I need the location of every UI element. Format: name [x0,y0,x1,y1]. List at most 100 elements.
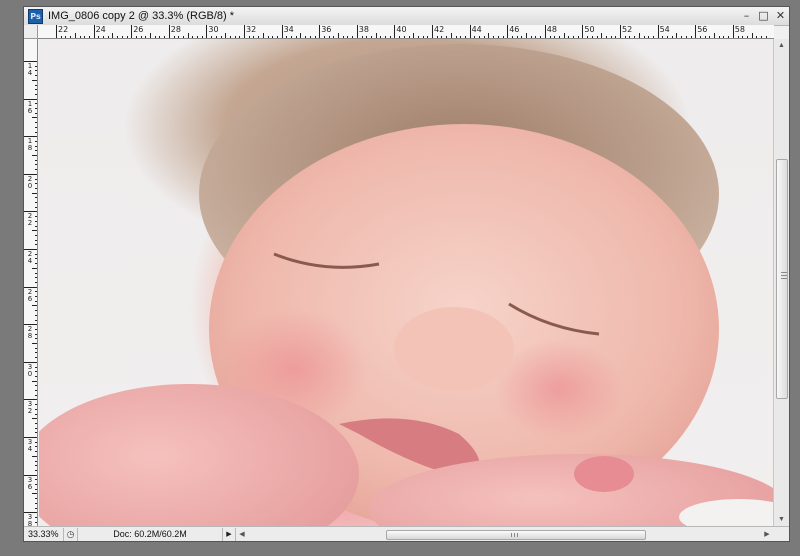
ruler-minor-tick [35,122,37,124]
ruler-minor-tick [35,263,37,265]
ruler-major-tick [356,25,358,38]
ruler-minor-tick [35,258,37,260]
ruler-minor-tick [35,484,37,485]
ruler-major-tick [281,25,283,38]
ruler-major-tick [732,25,734,38]
ruler-minor-tick [35,140,37,142]
ruler-minor-tick [35,272,37,274]
ruler-minor-tick [35,488,37,490]
ruler-minor-tick [35,333,37,335]
ruler-minor-tick [32,155,37,156]
ruler-minor-tick [35,239,37,241]
ruler-minor-tick [35,159,37,161]
ruler-label: 38 [358,25,369,34]
ruler-minor-tick [35,75,37,77]
ruler-origin[interactable] [24,25,38,39]
status-bar: 33.33% ◷ Doc: 60.2M/60.2M ▶ ◀ ▶ [24,526,789,541]
vertical-scroll-thumb[interactable] [776,159,788,399]
ruler-major-tick [432,25,433,38]
ruler-minor-tick [35,465,37,467]
title-bar[interactable]: Ps IMG_0806 copy 2 @ 33.3% (RGB/8) * – □… [24,7,789,26]
image-canvas[interactable] [39,39,775,527]
ruler-minor-tick [35,216,37,218]
ruler-label: 18 [27,137,33,153]
ruler-minor-tick [32,455,37,457]
ruler-label: 22 [27,212,33,228]
minimize-button[interactable]: – [738,9,755,23]
ruler-minor-tick [35,169,37,171]
horizontal-ruler[interactable]: 22 24 26 28 30 32 34 36 38 40 42 44 46 48 50 52 54 56 58 [38,25,774,39]
finger [574,456,634,492]
ruler-major-tick [657,25,659,38]
ruler-minor-tick [35,502,37,504]
ruler-label: 44 [471,25,482,34]
ruler-minor-tick [35,244,37,246]
ruler-major-tick [394,25,396,38]
horizontal-scroll-thumb[interactable] [386,529,646,540]
nose [394,307,514,391]
ruler-minor-tick [35,296,37,297]
horizontal-scrollbar[interactable]: ◀ ▶ [235,527,773,541]
ruler-label: 14 [27,62,33,77]
ruler-label: 34 [27,438,33,453]
ruler-minor-tick [35,413,37,415]
ruler-minor-tick [35,220,37,222]
ruler-minor-tick [35,89,37,91]
ruler-minor-tick [35,385,37,387]
ruler-minor-tick [32,192,37,194]
vertical-ruler[interactable]: 14161820222426283032343638 [24,39,38,527]
ruler-minor-tick [35,479,37,481]
ruler-major-tick [93,25,95,38]
scroll-right-arrow[interactable]: ▶ [761,528,773,541]
scroll-up-arrow[interactable]: ▲ [774,39,789,53]
ruler-minor-tick [35,357,37,359]
ruler-minor-tick [35,314,37,316]
ruler-label: 36 [27,475,33,491]
ruler-label: 20 [27,174,33,190]
status-options-icon[interactable]: ◷ [64,527,78,541]
scroll-left-arrow[interactable]: ◀ [236,528,248,541]
ruler-minor-tick [32,305,37,307]
close-button[interactable]: ✕ [772,9,789,23]
scroll-down-arrow[interactable]: ▼ [774,513,789,527]
ruler-major-tick [131,25,133,38]
ruler-minor-tick [35,460,37,462]
zoom-level-field[interactable]: 33.33% [24,527,64,541]
vertical-scrollbar[interactable]: ▲ ▼ [773,39,789,527]
ruler-minor-tick [35,234,37,236]
ruler-minor-tick [35,178,37,180]
ruler-major-tick [206,25,208,38]
ruler-minor-tick [35,366,37,368]
ruler-label: 48 [546,25,557,34]
ruler-minor-tick [35,408,37,410]
ruler-minor-tick [35,281,37,283]
ruler-minor-tick [35,441,37,443]
status-menu-arrow-icon[interactable]: ▶ [223,528,235,541]
restore-button[interactable]: □ [755,9,772,23]
ruler-label: 42 [434,25,445,34]
ruler-minor-tick [35,352,37,354]
ruler-minor-tick [35,347,37,349]
ruler-minor-tick [35,375,37,377]
document-window: Ps IMG_0806 copy 2 @ 33.3% (RGB/8) * – □… [23,6,790,542]
ruler-label: 22 [58,25,69,34]
ruler-minor-tick [35,93,37,95]
ruler-minor-tick [35,187,37,189]
ruler-minor-tick [32,418,37,420]
ruler-minor-tick [35,183,37,185]
ruler-minor-tick [35,328,37,330]
ruler-minor-tick [35,394,37,396]
ruler-label: 28 [27,325,33,341]
ruler-major-tick [469,25,471,38]
resize-grip[interactable] [773,528,789,541]
document-title: IMG_0806 copy 2 @ 33.3% (RGB/8) * [48,10,235,22]
ruler-minor-tick [35,498,37,500]
ruler-label: 34 [283,25,294,34]
ruler-label: 32 [246,25,257,34]
ruler-major-tick [582,25,584,38]
ruler-label: 16 [27,99,33,115]
ruler-major-tick [695,25,697,38]
ruler-minor-tick [35,432,37,434]
ruler-minor-tick [35,145,37,147]
ruler-label: 58 [734,25,745,34]
